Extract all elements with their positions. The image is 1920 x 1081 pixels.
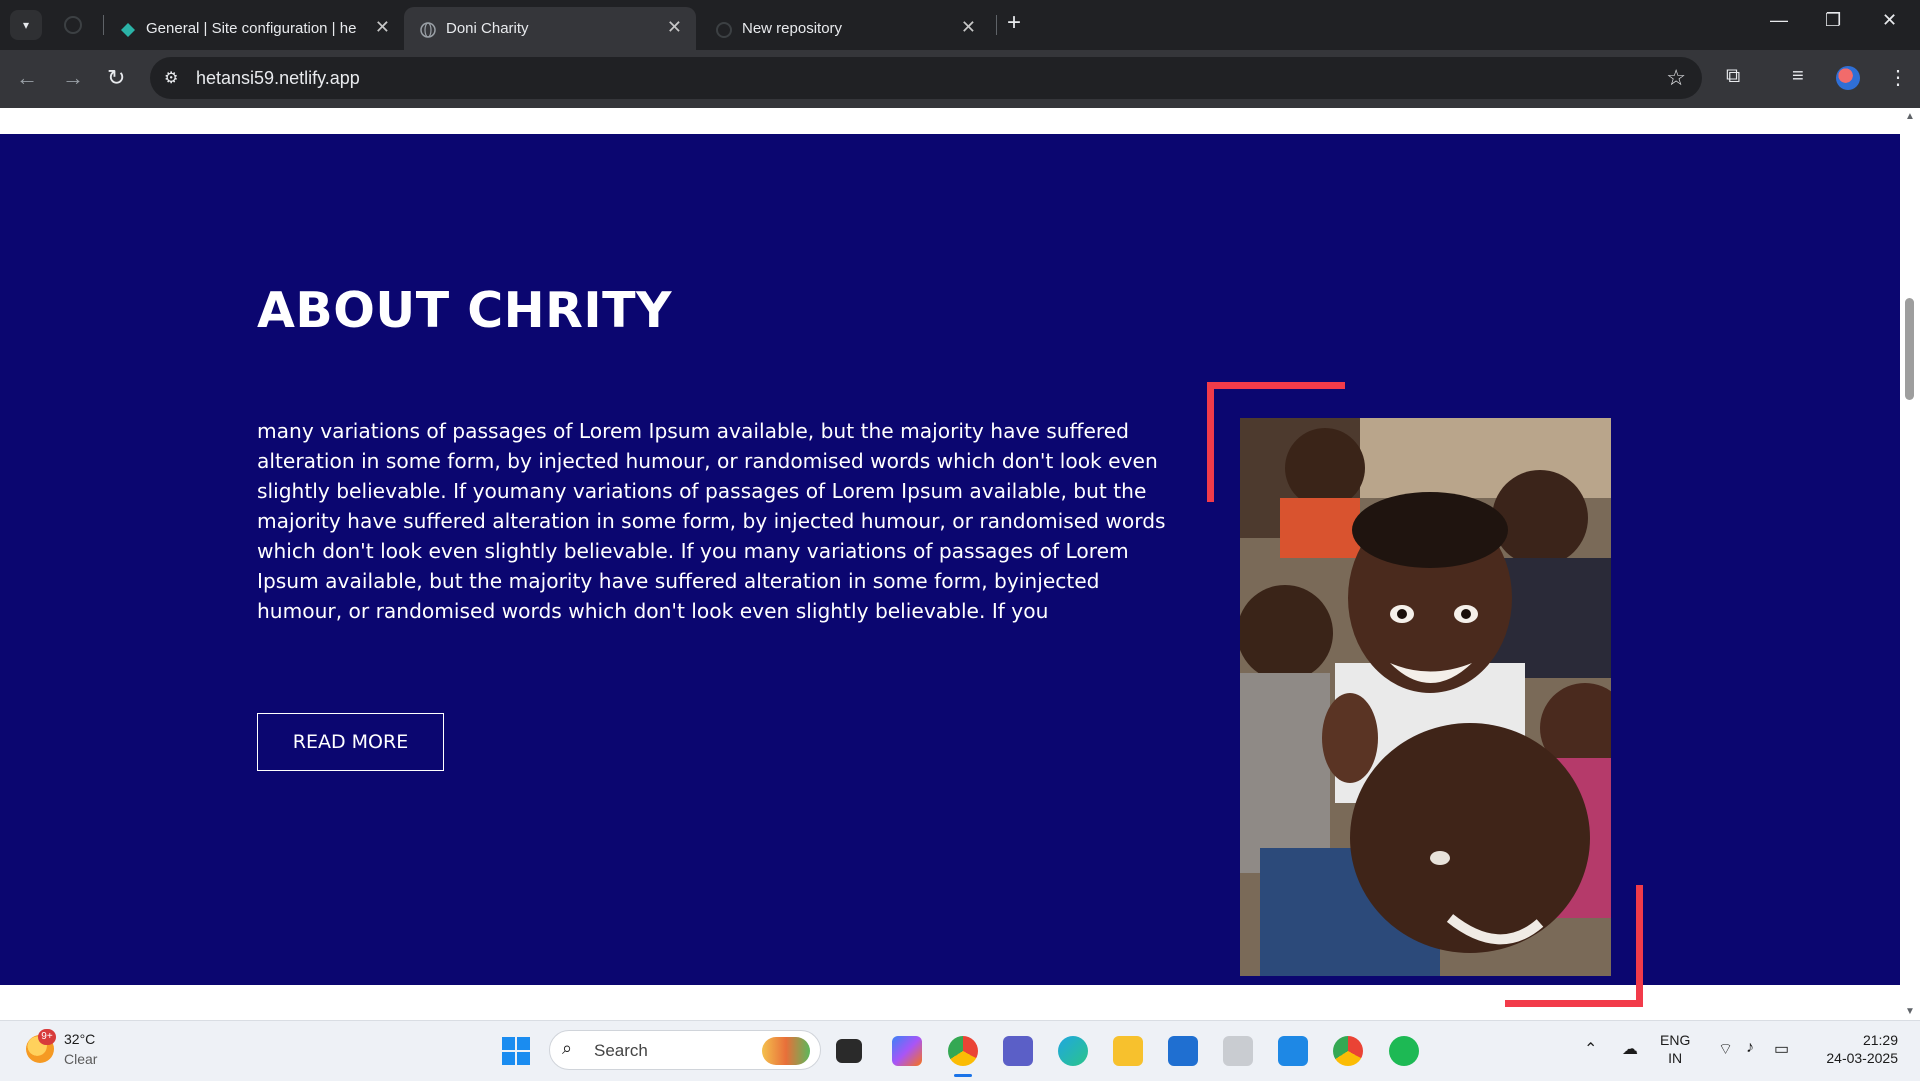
about-title: ABOUT CHRITY [257, 282, 673, 339]
tab-title: New repository [742, 20, 843, 37]
wifi-icon[interactable]: ⌔ [1718, 1039, 1733, 1059]
scrollbar-thumb[interactable] [1905, 298, 1914, 400]
teams-icon[interactable] [1003, 1036, 1033, 1066]
address-bar[interactable]: ⚙ hetansi59.netlify.app ☆ [150, 57, 1702, 99]
read-more-button[interactable]: READ MORE [257, 713, 444, 771]
lang-region: IN [1668, 1050, 1683, 1066]
minimize-icon[interactable]: — [1770, 10, 1788, 31]
url-text[interactable]: hetansi59.netlify.app [196, 68, 360, 89]
search-highlight-icon [762, 1037, 810, 1065]
new-tab-button[interactable]: + [1007, 9, 1021, 37]
chrome-icon[interactable] [948, 1036, 978, 1066]
active-app-indicator [954, 1074, 972, 1077]
language-indicator[interactable]: ENG IN [1660, 1031, 1690, 1067]
github-icon[interactable] [64, 16, 82, 34]
profile-icon[interactable] [1836, 66, 1860, 90]
close-icon[interactable]: ✕ [1882, 10, 1897, 31]
copilot-icon[interactable] [892, 1036, 922, 1066]
star-icon[interactable]: ☆ [1666, 65, 1686, 91]
file-explorer-icon[interactable] [1113, 1036, 1143, 1066]
snipping-icon[interactable] [1223, 1036, 1253, 1066]
search-icon: ⌕ [562, 1038, 573, 1058]
chrome-icon[interactable] [1333, 1036, 1363, 1066]
about-body: many variations of passages of Lorem Ips… [257, 419, 1166, 623]
children-photo [1240, 418, 1611, 976]
edge-icon[interactable] [1058, 1036, 1088, 1066]
clock-date: 24-03-2025 [1826, 1050, 1898, 1066]
chevron-up-icon[interactable]: ⌃ [1584, 1039, 1597, 1059]
weather-badge: 9+ [38, 1029, 56, 1045]
github-icon [716, 22, 732, 38]
extensions-icon[interactable]: ⧉ [1726, 65, 1740, 88]
clock[interactable]: 21:29 24-03-2025 [1818, 1031, 1898, 1067]
reload-icon[interactable]: ↻ [107, 65, 125, 91]
windows-taskbar: 9+ 32°C Clear ⌕ Search ⌃ ☁ ENG IN ⌔ ♪ ▭ … [0, 1020, 1920, 1081]
tab-close-icon[interactable]: ✕ [375, 17, 390, 38]
restore-icon[interactable]: ❐ [1825, 10, 1841, 31]
volume-icon[interactable]: ♪ [1746, 1039, 1754, 1057]
tab-close-icon[interactable]: ✕ [667, 17, 682, 38]
onedrive-icon[interactable]: ☁ [1622, 1039, 1638, 1059]
weather-temp[interactable]: 32°C [64, 1031, 95, 1047]
start-icon[interactable] [502, 1037, 530, 1065]
forward-arrow-icon[interactable]: → [62, 65, 84, 91]
netlify-icon [121, 23, 135, 37]
spotify-icon[interactable] [1389, 1036, 1419, 1066]
media-icon[interactable]: ≡ [1792, 65, 1804, 88]
page-viewport: ABOUT CHRITY many variations of passages… [0, 108, 1920, 1020]
page-scrollbar[interactable]: ▲ ▼ [1900, 108, 1920, 1020]
battery-icon[interactable]: ▭ [1774, 1039, 1789, 1059]
tab-doni-charity[interactable]: Doni Charity ✕ [404, 7, 696, 50]
tab-new-repository[interactable]: New repository ✕ [700, 7, 990, 50]
lang-code: ENG [1660, 1032, 1691, 1048]
site-info-icon[interactable]: ⚙ [164, 68, 178, 88]
vscode-icon[interactable] [1278, 1036, 1308, 1066]
tab-site-configuration[interactable]: General | Site configuration | he ✕ [104, 7, 404, 50]
store-icon[interactable] [1168, 1036, 1198, 1066]
tab-title: General | Site configuration | he [146, 20, 356, 37]
taskbar-search[interactable]: ⌕ Search [549, 1030, 821, 1070]
browser-toolbar: ← → ↻ ⚙ hetansi59.netlify.app ☆ ⧉ ≡ ⋮ [0, 50, 1920, 108]
scroll-down-icon[interactable]: ▼ [1905, 1006, 1915, 1017]
clock-time: 21:29 [1862, 1032, 1898, 1048]
tab-close-icon[interactable]: ✕ [961, 17, 976, 38]
about-section: ABOUT CHRITY many variations of passages… [0, 134, 1900, 1007]
scroll-up-icon[interactable]: ▲ [1905, 111, 1915, 122]
back-arrow-icon[interactable]: ← [16, 65, 38, 91]
search-placeholder: Search [594, 1041, 648, 1060]
tab-title: Doni Charity [446, 20, 529, 37]
kebab-menu-icon[interactable]: ⋮ [1888, 65, 1908, 90]
weather-condition[interactable]: Clear [64, 1051, 97, 1067]
task-view-icon[interactable] [836, 1039, 862, 1063]
globe-icon [420, 22, 436, 38]
browser-tab-bar: ▾ General | Site configuration | he ✕ Do… [0, 0, 1920, 50]
tab-list-icon[interactable]: ▾ [10, 10, 42, 40]
